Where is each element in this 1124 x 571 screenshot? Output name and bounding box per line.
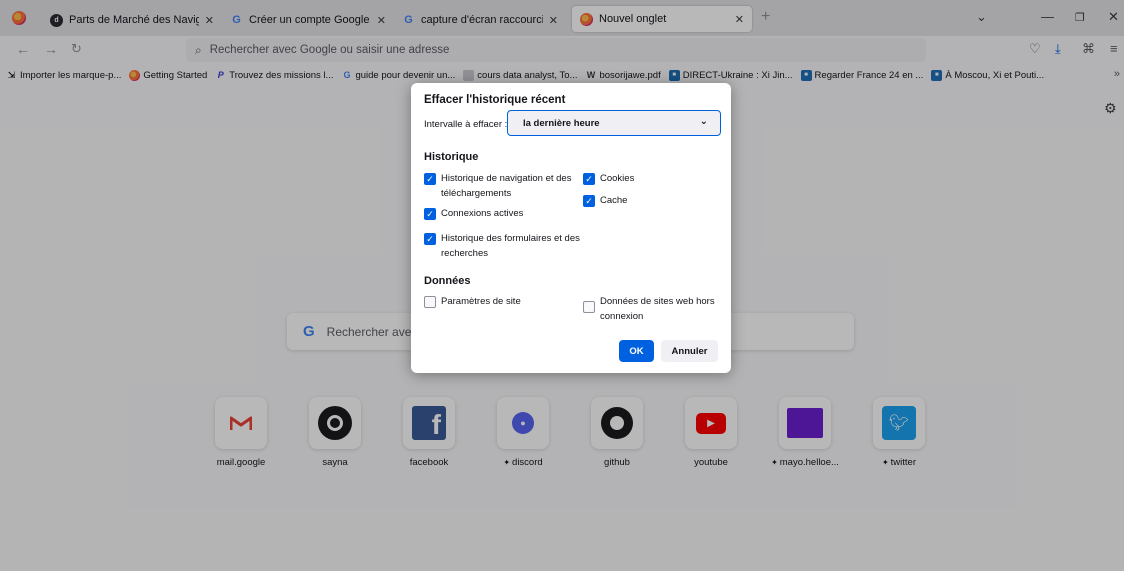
clear-history-dialog: Effacer l'historique récent Intervalle à… [411, 83, 731, 373]
checkmark-icon: ✓ [424, 233, 436, 245]
checkbox-label: Données de sites web hors connexion [600, 296, 715, 322]
checkmark-icon: ✓ [583, 195, 595, 207]
checkbox-box [424, 296, 436, 308]
checkbox-cache[interactable]: ✓ Cache [583, 193, 627, 208]
checkbox-box [583, 301, 595, 313]
time-range-value: la dernière heure [523, 117, 600, 129]
checkmark-icon: ✓ [424, 173, 436, 185]
time-range-select[interactable]: la dernière heure ⌄ [507, 110, 721, 136]
checkbox-browsing-history[interactable]: ✓ Historique de navigation et des téléch… [424, 171, 574, 201]
checkbox-cookies[interactable]: ✓ Cookies [583, 171, 634, 186]
range-label: Intervalle à effacer : [424, 119, 508, 130]
history-heading: Historique [424, 151, 479, 163]
chevron-down-icon: ⌄ [699, 116, 708, 127]
checkmark-icon: ✓ [424, 208, 436, 220]
checkbox-label: Cookies [600, 173, 635, 184]
cancel-button[interactable]: Annuler [661, 340, 718, 362]
ok-button[interactable]: OK [619, 340, 654, 362]
checkmark-icon: ✓ [583, 173, 595, 185]
data-heading: Données [424, 275, 471, 287]
checkbox-label: Cache [600, 195, 628, 206]
checkbox-active-logins[interactable]: ✓ Connexions actives [424, 206, 523, 221]
checkbox-offline-website-data[interactable]: Données de sites web hors connexion [583, 294, 723, 324]
dialog-title: Effacer l'historique récent [424, 94, 566, 106]
checkbox-site-settings[interactable]: Paramètres de site [424, 294, 521, 309]
checkbox-label: Connexions actives [441, 208, 524, 219]
checkbox-label: Paramètres de site [441, 296, 521, 307]
checkbox-form-search-history[interactable]: ✓ Historique des formulaires et des rech… [424, 231, 592, 261]
checkbox-label: Historique de navigation et des téléchar… [441, 173, 572, 199]
checkbox-label: Historique des formulaires et des recher… [441, 233, 580, 259]
